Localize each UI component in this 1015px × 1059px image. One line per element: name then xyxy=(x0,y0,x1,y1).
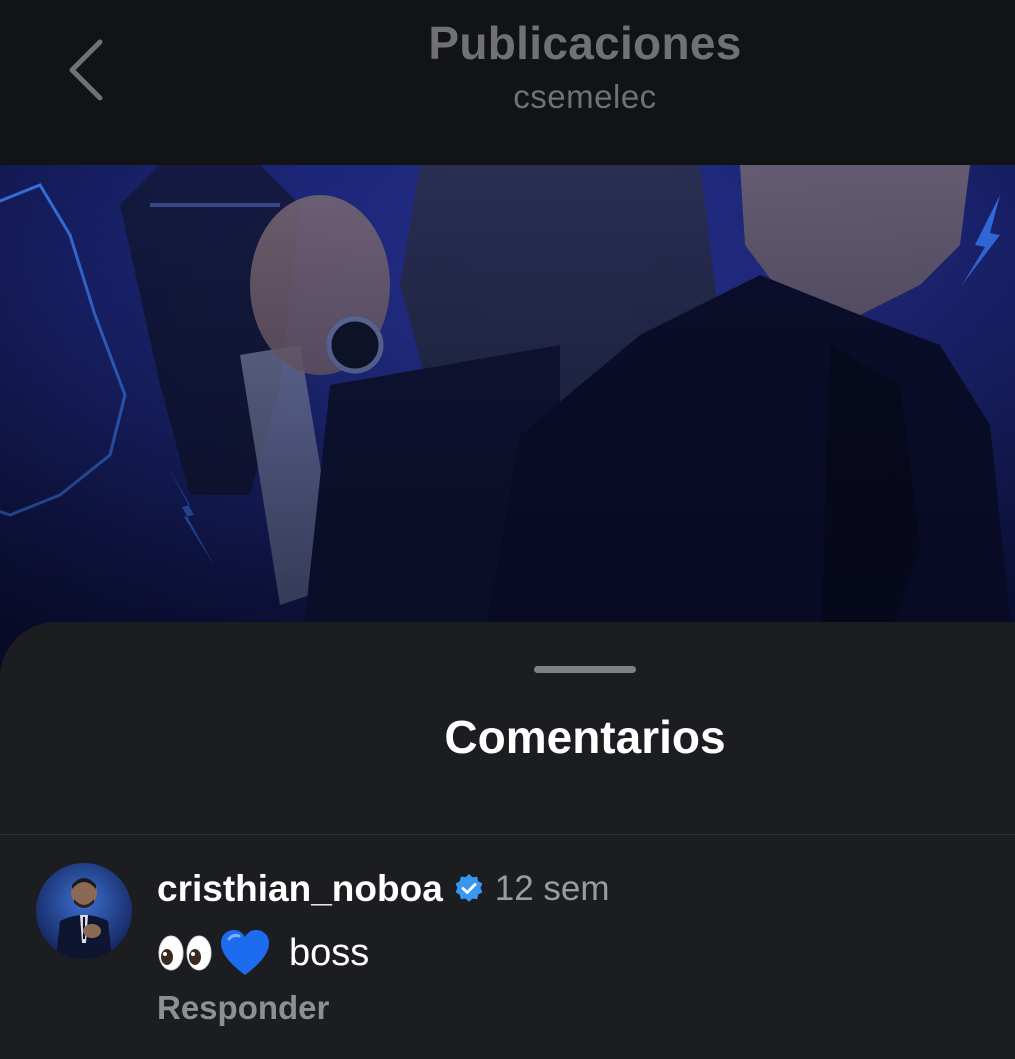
comment-timestamp: 12 sem xyxy=(494,869,610,908)
sheet-drag-handle[interactable] xyxy=(534,666,636,673)
comment-text: boss xyxy=(289,931,370,974)
verified-badge-icon xyxy=(453,873,485,905)
comments-sheet: Comentarios cristhian_noboa 12 sem boss … xyxy=(0,622,1015,1059)
comment-item: cristhian_noboa 12 sem boss Responder xyxy=(0,835,1015,1059)
comment-body: boss xyxy=(157,923,369,983)
comments-title: Comentarios xyxy=(444,711,726,763)
blue-heart-icon xyxy=(219,929,271,977)
eyes-icon xyxy=(157,933,213,973)
post-photo[interactable] xyxy=(0,165,1015,665)
top-nav-bar: Publicaciones csemelec xyxy=(0,0,1015,165)
comment-header: cristhian_noboa 12 sem xyxy=(157,867,610,911)
comment-username[interactable]: cristhian_noboa xyxy=(157,868,443,910)
account-username: csemelec xyxy=(513,78,657,115)
avatar[interactable] xyxy=(36,863,132,959)
page-title: Publicaciones xyxy=(428,17,742,69)
reply-button[interactable]: Responder xyxy=(157,989,329,1027)
post-comments-screen: Publicaciones csemelec Comentarios crist… xyxy=(0,0,1015,1059)
